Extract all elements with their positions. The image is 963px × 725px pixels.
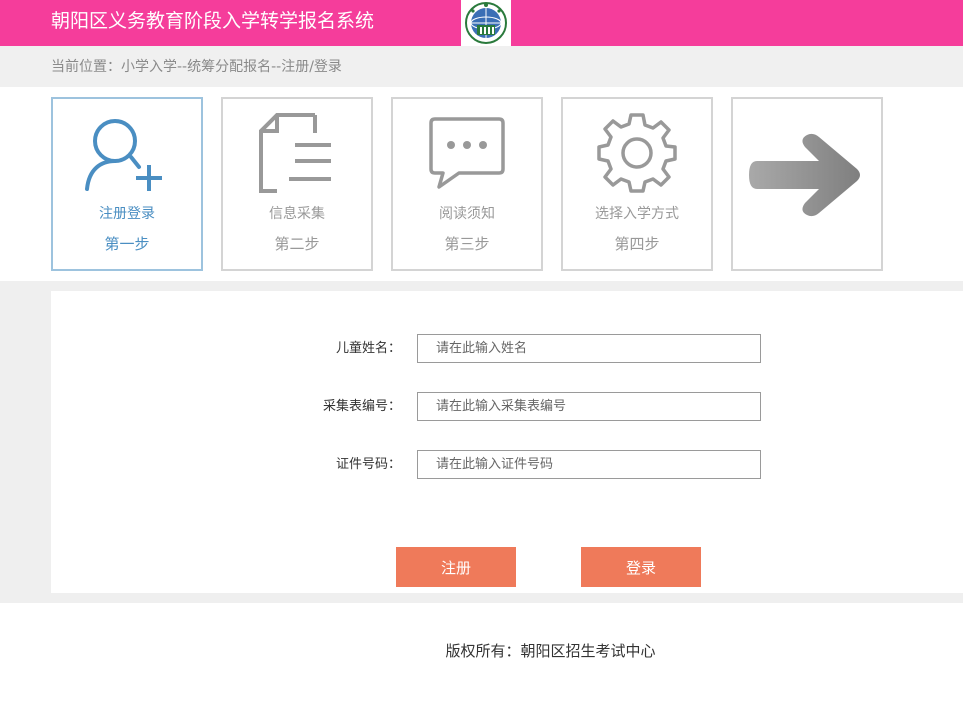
id-number-input[interactable] bbox=[417, 450, 761, 479]
step-choose-method[interactable]: 选择入学方式 第四步 bbox=[561, 97, 713, 271]
id-number-row: 证件号码： bbox=[51, 450, 963, 480]
register-button[interactable]: 注册 bbox=[396, 547, 516, 587]
login-button[interactable]: 登录 bbox=[581, 547, 701, 587]
user-add-icon bbox=[53, 107, 201, 199]
form-number-input[interactable] bbox=[417, 392, 761, 421]
chat-bubble-icon bbox=[393, 107, 541, 199]
document-icon bbox=[223, 107, 371, 199]
step-label: 选择入学方式 bbox=[595, 206, 679, 222]
step-next-arrow[interactable] bbox=[731, 97, 883, 271]
gear-icon bbox=[563, 107, 711, 199]
step-label: 阅读须知 bbox=[439, 206, 495, 222]
steps-bar: 注册登录 第一步 信息采集 第二步 阅读须知 第三步 选择入学方式 第四步 bbox=[0, 87, 963, 281]
breadcrumb: 当前位置：小学入学--统筹分配报名--注册/登录 bbox=[51, 59, 342, 75]
arrow-right-icon bbox=[733, 129, 881, 221]
step-register-login[interactable]: 注册登录 第一步 bbox=[51, 97, 203, 271]
header-bar: 朝阳区义务教育阶段入学转学报名系统 bbox=[0, 0, 963, 46]
login-form: 儿童姓名： 采集表编号： 证件号码： 注册 登录 bbox=[51, 291, 963, 593]
step-label: 信息采集 bbox=[269, 206, 325, 222]
copyright-footer: 版权所有：朝阳区招生考试中心 bbox=[445, 642, 656, 660]
form-number-row: 采集表编号： bbox=[51, 392, 963, 422]
child-name-input[interactable] bbox=[417, 334, 761, 363]
step-info-collect[interactable]: 信息采集 第二步 bbox=[221, 97, 373, 271]
step-number: 第二步 bbox=[274, 235, 320, 253]
child-name-label: 儿童姓名： bbox=[335, 341, 401, 356]
child-name-row: 儿童姓名： bbox=[51, 334, 963, 364]
globe-emblem-icon bbox=[461, 0, 511, 46]
breadcrumb-bar: 当前位置：小学入学--统筹分配报名--注册/登录 bbox=[0, 46, 963, 87]
id-number-label: 证件号码： bbox=[335, 457, 401, 472]
form-number-label: 采集表编号： bbox=[322, 399, 401, 414]
app-title: 朝阳区义务教育阶段入学转学报名系统 bbox=[51, 10, 375, 32]
step-label: 注册登录 bbox=[99, 206, 155, 222]
step-number: 第三步 bbox=[444, 235, 490, 253]
step-number: 第四步 bbox=[614, 235, 660, 253]
step-number: 第一步 bbox=[104, 235, 150, 253]
app-root: 朝阳区义务教育阶段入学转学报名系统 当前位置：小学入学--统筹分配报名--注册/… bbox=[0, 0, 963, 725]
step-read-notice[interactable]: 阅读须知 第三步 bbox=[391, 97, 543, 271]
